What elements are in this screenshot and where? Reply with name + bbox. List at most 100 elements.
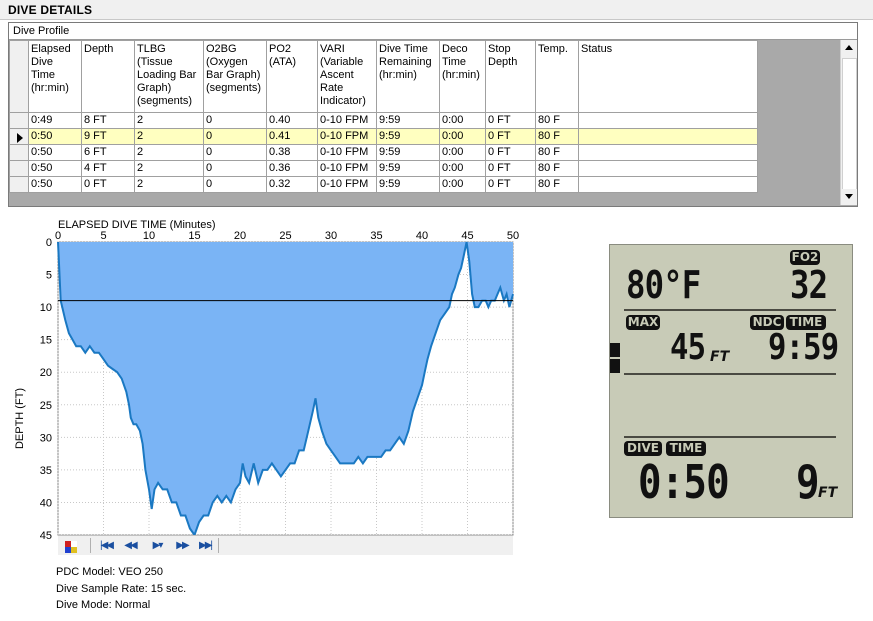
table-cell[interactable]: 0:00 (439, 160, 486, 177)
scroll-thumb[interactable] (842, 58, 857, 190)
grid-vertical-scrollbar[interactable] (840, 40, 857, 205)
table-cell[interactable] (578, 176, 758, 193)
table-cell[interactable]: 0:50 (28, 160, 82, 177)
current-row-arrow-icon (17, 132, 23, 143)
table-cell[interactable]: 80 F (535, 112, 579, 129)
palette-button[interactable] (60, 538, 82, 553)
table-cell[interactable]: 0:00 (439, 144, 486, 161)
table-cell[interactable] (578, 128, 758, 145)
x-tick-label: 40 (416, 230, 428, 242)
table-cell[interactable]: 9:59 (376, 112, 440, 129)
table-cell[interactable]: 0 FT (485, 176, 536, 193)
last-button[interactable]: ▶▶| (194, 538, 216, 553)
table-cell[interactable] (578, 144, 758, 161)
row-selector[interactable] (9, 176, 29, 193)
row-selector[interactable] (9, 128, 29, 145)
table-cell[interactable]: 9:59 (376, 144, 440, 161)
scroll-up-button[interactable] (841, 40, 857, 56)
table-cell[interactable]: 9:59 (376, 176, 440, 193)
table-row[interactable]: 0:50 4 FT 2 0 0.36 0-10 FPM 9:59 0:00 0 FT 80 F (9, 160, 758, 177)
table-cell[interactable]: 0 (203, 176, 267, 193)
table-cell[interactable]: 0:00 (439, 112, 486, 129)
table-cell[interactable] (578, 160, 758, 177)
table-cell[interactable]: 0:00 (439, 128, 486, 145)
table-row[interactable]: 0:50 0 FT 2 0 0.32 0-10 FPM 9:59 0:00 0 FT 80 F (9, 176, 758, 193)
table-cell[interactable]: 2 (134, 144, 204, 161)
table-cell[interactable]: 0:00 (439, 176, 486, 193)
table-cell[interactable]: 0 FT (485, 128, 536, 145)
column-header-10[interactable]: Status (578, 40, 758, 113)
row-selector[interactable] (9, 144, 29, 161)
y-tick-label: 40 (40, 497, 52, 509)
window-title: DIVE DETAILS (8, 3, 93, 17)
table-cell[interactable]: 0.36 (266, 160, 318, 177)
table-cell[interactable]: 9:59 (376, 128, 440, 145)
table-cell[interactable]: 0:50 (28, 144, 82, 161)
column-header-7[interactable]: Deco Time (hr:min) (439, 40, 486, 113)
table-cell[interactable]: 0 (203, 128, 267, 145)
column-header-0[interactable]: Elapsed Dive Time (hr:min) (28, 40, 82, 113)
computer-lcd-display: FO2 80°F 32 MAX NDC TIME 45 FT 9:59 DIVE… (609, 244, 853, 518)
table-cell[interactable]: 0-10 FPM (317, 160, 377, 177)
dive-sample-rate: Dive Sample Rate: 15 sec. (56, 582, 187, 595)
table-cell[interactable]: 0 FT (485, 112, 536, 129)
column-header-9[interactable]: Temp. (535, 40, 579, 113)
table-cell[interactable] (578, 112, 758, 129)
table-cell[interactable]: 0 (203, 144, 267, 161)
y-tick-label: 10 (40, 302, 52, 314)
table-cell[interactable]: 2 (134, 128, 204, 145)
table-cell[interactable]: 80 F (535, 160, 579, 177)
first-button[interactable]: |◀◀ (96, 538, 116, 553)
table-row[interactable]: 0:50 9 FT 2 0 0.41 0-10 FPM 9:59 0:00 0 FT 80 F (9, 128, 758, 145)
column-header-3[interactable]: O2BG (Oxygen Bar Graph) (segments) (203, 40, 267, 113)
scroll-down-button[interactable] (841, 189, 857, 205)
table-cell[interactable]: 0-10 FPM (317, 144, 377, 161)
table-cell[interactable]: 8 FT (81, 112, 135, 129)
row-selector[interactable] (9, 160, 29, 177)
table-cell[interactable]: 0:50 (28, 128, 82, 145)
table-cell[interactable]: 2 (134, 112, 204, 129)
table-cell[interactable]: 9 FT (81, 128, 135, 145)
y-tick-label: 15 (40, 335, 52, 347)
table-cell[interactable]: 80 F (535, 128, 579, 145)
table-cell[interactable]: 80 F (535, 144, 579, 161)
column-header-1[interactable]: Depth (81, 40, 135, 113)
table-cell[interactable]: 2 (134, 160, 204, 177)
table-cell[interactable]: 0 FT (485, 160, 536, 177)
table-cell[interactable]: 2 (134, 176, 204, 193)
column-header-4[interactable]: PO2 (ATA) (266, 40, 318, 113)
rewind-button[interactable]: ◀◀ (120, 538, 140, 553)
table-cell[interactable]: 0 (203, 160, 267, 177)
play-button[interactable]: ▶▾ (146, 538, 168, 553)
table-cell[interactable]: 0-10 FPM (317, 128, 377, 145)
table-cell[interactable]: 6 FT (81, 144, 135, 161)
table-cell[interactable]: 0.32 (266, 176, 318, 193)
forward-button[interactable]: ▶▶ (172, 538, 192, 553)
table-cell[interactable]: 80 F (535, 176, 579, 193)
table-cell[interactable]: 9:59 (376, 160, 440, 177)
table-cell[interactable]: 0 FT (485, 144, 536, 161)
scroll-down-icon (845, 194, 853, 199)
column-header-5[interactable]: VARI (Variable Ascent Rate Indicator) (317, 40, 377, 113)
table-cell[interactable]: 0.41 (266, 128, 318, 145)
table-cell[interactable]: 0:50 (28, 176, 82, 193)
table-row[interactable]: 0:49 8 FT 2 0 0.40 0-10 FPM 9:59 0:00 0 FT 80 F (9, 112, 758, 129)
table-cell[interactable]: 0:49 (28, 112, 82, 129)
column-header-8[interactable]: Stop Depth (485, 40, 536, 113)
table-row[interactable]: 0:50 6 FT 2 0 0.38 0-10 FPM 9:59 0:00 0 FT 80 F (9, 144, 758, 161)
column-header-2[interactable]: TLBG (Tissue Loading Bar Graph) (segment… (134, 40, 204, 113)
column-header-6[interactable]: Dive Time Remaining (hr:min) (376, 40, 440, 113)
dive-profile-grid: Dive Profile Elapsed Dive Time (hr:min) D… (8, 22, 858, 207)
table-cell[interactable]: 0.38 (266, 144, 318, 161)
table-cell[interactable]: 0-10 FPM (317, 112, 377, 129)
table-cell[interactable]: 0 (203, 112, 267, 129)
table-cell[interactable]: 0-10 FPM (317, 176, 377, 193)
dive-profile-table: Elapsed Dive Time (hr:min) Depth TLBG (Tis… (9, 40, 758, 193)
dive-badge: DIVE (624, 441, 662, 456)
row-selector[interactable] (9, 112, 29, 129)
lcd-current-depth: 9 (796, 455, 820, 509)
table-cell[interactable]: 0.40 (266, 112, 318, 129)
dive-time-badge: TIME (666, 441, 706, 456)
table-cell[interactable]: 4 FT (81, 160, 135, 177)
table-cell[interactable]: 0 FT (81, 176, 135, 193)
